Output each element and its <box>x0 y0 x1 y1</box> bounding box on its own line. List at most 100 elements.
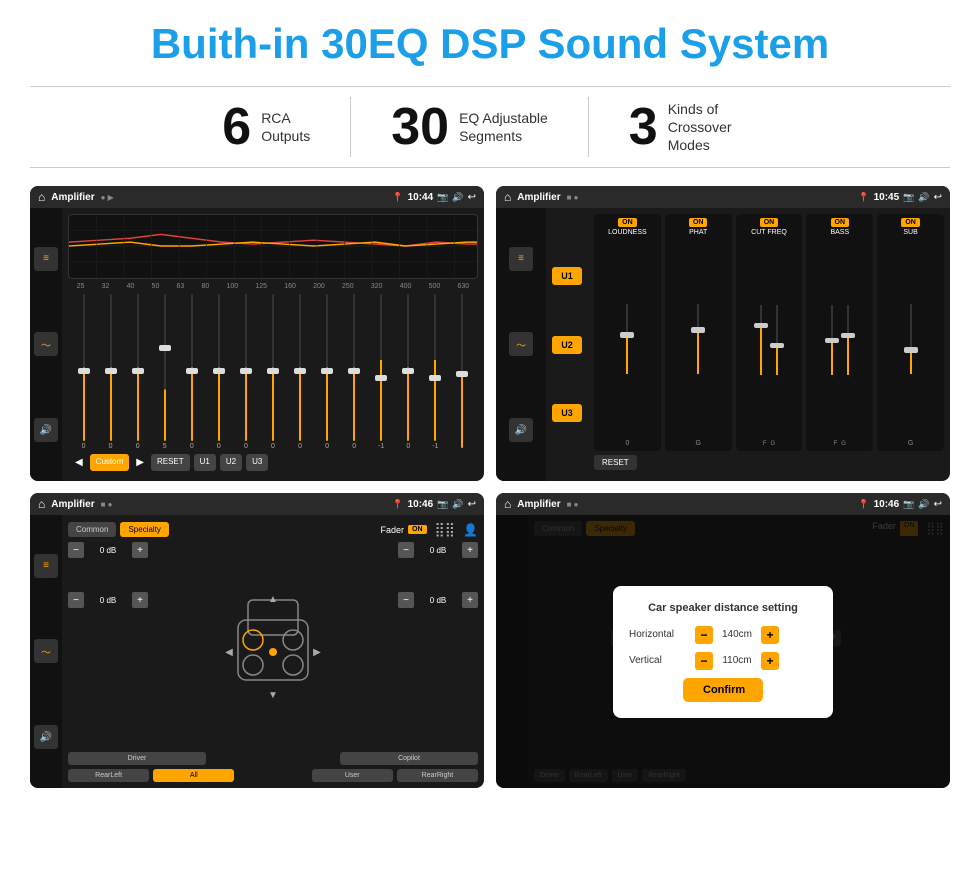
screen4-time: 10:46 <box>874 499 900 510</box>
phat-on[interactable]: ON <box>689 218 708 227</box>
eq-u2-btn[interactable]: U2 <box>220 454 242 471</box>
screens-grid: ⌂ Amplifier ● ▶ 📍 10:44 📷 🔊 ↩ ≡ <box>30 186 950 788</box>
eq-slider-8[interactable]: 0 <box>293 294 307 450</box>
volume-icon-1: 🔊 <box>452 192 463 203</box>
back-icon-2[interactable]: ↩ <box>934 192 942 203</box>
eq-slider-10[interactable]: 0 <box>347 294 361 450</box>
eq-slider-9[interactable]: 0 <box>320 294 334 450</box>
fader-rearleft-btn[interactable]: RearLeft <box>68 769 149 782</box>
eq-slider-1[interactable]: 0 <box>104 294 118 450</box>
eq-custom-btn[interactable]: Custom <box>90 454 130 471</box>
back-icon-3[interactable]: ↩ <box>468 499 476 510</box>
fader-db2-minus[interactable]: − <box>68 592 84 608</box>
eq-slider-5[interactable]: 0 <box>212 294 226 450</box>
fader-filter-btn[interactable]: ≡ <box>34 554 58 578</box>
fader-all-btn[interactable]: All <box>153 769 234 782</box>
dialog-horizontal-plus[interactable]: + <box>761 626 779 644</box>
location-icon-3: 📍 <box>392 499 403 510</box>
bass-on[interactable]: ON <box>831 218 850 227</box>
dialog-vertical-plus[interactable]: + <box>761 652 779 670</box>
dialog-horizontal-minus[interactable]: − <box>695 626 713 644</box>
screen1-content: ≡ 〜 🔊 <box>30 208 484 481</box>
fader-db3-val: 0 dB <box>417 546 459 555</box>
amp-cutfreq: ON CUT FREQ <box>736 214 803 451</box>
eq-prev-btn[interactable]: ◀ <box>72 454 86 471</box>
fader-on-badge[interactable]: ON <box>408 525 427 534</box>
fader-db3-plus[interactable]: + <box>462 542 478 558</box>
sub-on[interactable]: ON <box>901 218 920 227</box>
dialog-box: Car speaker distance setting Horizontal … <box>613 586 833 718</box>
screen2-title: Amplifier <box>517 192 560 203</box>
amp-phat: ON PHAT G <box>665 214 732 451</box>
fader-db2-plus[interactable]: + <box>132 592 148 608</box>
stat-eq: 30 EQ Adjustable Segments <box>351 101 588 153</box>
eq-slider-0[interactable]: 0 <box>77 294 91 450</box>
eq-u1-btn[interactable]: U1 <box>194 454 216 471</box>
volume-icon-2: 🔊 <box>918 192 929 203</box>
fader-filter-icon: ≡ <box>43 560 49 571</box>
eq-filter-btn[interactable]: ≡ <box>34 247 58 271</box>
amp-u3-btn[interactable]: U3 <box>552 404 582 422</box>
eq-u3-btn[interactable]: U3 <box>246 454 268 471</box>
eq-wave-btn[interactable]: 〜 <box>34 332 58 356</box>
confirm-button[interactable]: Confirm <box>683 678 763 702</box>
fader-user-btn[interactable]: User <box>312 769 393 782</box>
fader-db1-plus[interactable]: + <box>132 542 148 558</box>
eq-slider-11[interactable]: -1 <box>374 294 388 450</box>
side-controls-1: ≡ 〜 🔊 <box>30 208 62 481</box>
fader-driver-btn[interactable]: Driver <box>68 752 206 765</box>
eq-slider-12[interactable]: 0 <box>401 294 415 450</box>
amp-reset-btn[interactable]: RESET <box>594 455 637 470</box>
fader-db1-minus[interactable]: − <box>68 542 84 558</box>
fader-db4-minus[interactable]: − <box>398 592 414 608</box>
fader-label: Fader <box>381 525 405 535</box>
screen2-content: ≡ 〜 🔊 U1 U2 U3 <box>496 208 950 481</box>
amp-wave-btn[interactable]: 〜 <box>509 332 533 356</box>
eq-reset-btn[interactable]: RESET <box>151 454 190 471</box>
eq-slider-7[interactable]: 0 <box>266 294 280 450</box>
dialog-overlay: Car speaker distance setting Horizontal … <box>496 515 950 788</box>
status-bar-4: ⌂ Amplifier ■ ● 📍 10:46 📷 🔊 ↩ <box>496 493 950 515</box>
amp-u2-btn[interactable]: U2 <box>552 336 582 354</box>
amp-u1-btn[interactable]: U1 <box>552 267 582 285</box>
stat-label-crossover: Kinds of Crossover Modes <box>668 100 758 155</box>
amp-filter-btn[interactable]: ≡ <box>509 247 533 271</box>
dialog-vertical-ctrl: − 110cm + <box>695 652 779 670</box>
loudness-on[interactable]: ON <box>618 218 637 227</box>
stat-number-crossover: 3 <box>629 101 658 153</box>
fader-db3-minus[interactable]: − <box>398 542 414 558</box>
eq-speaker-btn[interactable]: 🔊 <box>34 418 58 442</box>
camera-icon-3: 📷 <box>437 499 448 510</box>
home-icon-3[interactable]: ⌂ <box>38 497 45 511</box>
fader-db-row-4: − 0 dB + <box>398 592 478 608</box>
eq-play-btn[interactable]: ▶ <box>133 454 147 471</box>
eq-main: 25 32 40 50 63 80 100 125 160 200 250 32… <box>62 208 484 481</box>
fader-speaker-btn[interactable]: 🔊 <box>34 725 58 749</box>
fader-specialty-tab[interactable]: Specialty <box>120 522 168 537</box>
dialog-vertical-minus[interactable]: − <box>695 652 713 670</box>
back-icon-1[interactable]: ↩ <box>468 192 476 203</box>
eq-slider-14[interactable] <box>455 294 469 450</box>
fader-common-tab[interactable]: Common <box>68 522 116 537</box>
home-icon-2[interactable]: ⌂ <box>504 190 511 204</box>
eq-slider-3[interactable]: 5 <box>158 294 172 450</box>
back-icon-4[interactable]: ↩ <box>934 499 942 510</box>
fader-person-icon: 👤 <box>463 523 478 537</box>
home-icon-1[interactable]: ⌂ <box>38 190 45 204</box>
dialog-vertical-val: 110cm <box>717 655 757 666</box>
eq-slider-4[interactable]: 0 <box>185 294 199 450</box>
stat-rca: 6 RCA Outputs <box>182 101 350 153</box>
fader-db4-plus[interactable]: + <box>462 592 478 608</box>
amp-speaker-btn[interactable]: 🔊 <box>509 418 533 442</box>
screen-eq: ⌂ Amplifier ● ▶ 📍 10:44 📷 🔊 ↩ ≡ <box>30 186 484 481</box>
cutfreq-on[interactable]: ON <box>760 218 779 227</box>
fader-copilot-btn[interactable]: Copilot <box>340 752 478 765</box>
eq-slider-6[interactable]: 0 <box>239 294 253 450</box>
fader-db-row-1: − 0 dB + <box>68 542 148 558</box>
fader-wave-btn[interactable]: 〜 <box>34 639 58 663</box>
eq-slider-2[interactable]: 0 <box>131 294 145 450</box>
home-icon-4[interactable]: ⌂ <box>504 497 511 511</box>
eq-freq-labels: 25 32 40 50 63 80 100 125 160 200 250 32… <box>68 283 478 290</box>
eq-slider-13[interactable]: -1 <box>428 294 442 450</box>
fader-rearright-btn[interactable]: RearRight <box>397 769 478 782</box>
